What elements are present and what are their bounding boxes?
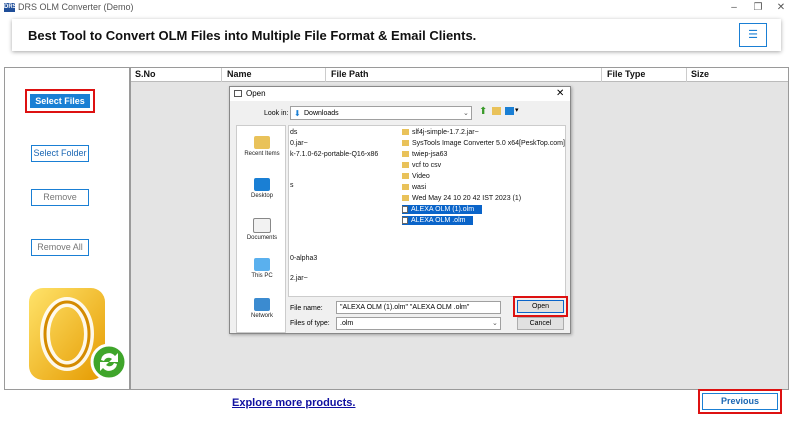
table-header: S.No Name File Path File Type Size <box>131 68 788 82</box>
hamburger-icon: ☰ <box>748 29 758 41</box>
open-button[interactable]: Open <box>517 300 564 313</box>
list-item[interactable]: Wed May 24 10 20 42 IST 2023 (1) <box>402 194 521 203</box>
file-type-select[interactable]: .olm ⌄ <box>336 317 501 330</box>
file-type-value: .olm <box>340 320 354 327</box>
places-bar: Recent Items Desktop Documents This PC N… <box>236 125 286 333</box>
window-title: DRS OLM Converter (Demo) <box>18 2 134 12</box>
view-menu-icon[interactable] <box>505 107 514 115</box>
dialog-close-icon[interactable]: ✕ <box>556 88 564 99</box>
list-item-selected[interactable]: ALEXA OLM (1).olm <box>402 205 483 214</box>
list-item[interactable]: s <box>290 181 294 190</box>
column-size[interactable]: Size <box>691 69 709 79</box>
documents-icon <box>253 218 271 233</box>
computer-icon <box>254 258 270 271</box>
folder-icon <box>402 173 409 180</box>
list-item-selected[interactable]: ALEXA OLM .olm <box>402 216 474 225</box>
chevron-down-icon: ⌄ <box>492 320 498 327</box>
place-this-pc[interactable]: This PC <box>237 258 287 279</box>
previous-button[interactable]: Previous <box>702 393 778 410</box>
file-name-input[interactable]: "ALEXA OLM (1).olm" "ALEXA OLM .olm" <box>336 301 501 314</box>
file-list: ds 0.jar~ k-7.1.0-62-portable-Q16-x86 s … <box>288 125 566 297</box>
folder-icon <box>402 129 409 136</box>
list-item[interactable]: slf4j-simple-1.7.2.jar~ <box>402 128 479 137</box>
look-in-value: Downloads <box>304 110 339 117</box>
header-banner: Best Tool to Convert OLM Files into Mult… <box>12 19 781 51</box>
window-title-bar: DRS DRS OLM Converter (Demo) – ❐ ✕ <box>0 0 793 16</box>
remove-button[interactable]: Remove <box>31 189 89 206</box>
app-logo: DRS <box>4 3 17 12</box>
list-item[interactable]: 0.jar~ <box>290 139 308 148</box>
folder-icon <box>402 162 409 169</box>
look-in-label: Look in: <box>264 110 289 117</box>
banner-title: Best Tool to Convert OLM Files into Mult… <box>28 28 477 43</box>
folder-icon <box>402 195 409 202</box>
left-panel: Select Files Select Folder Remove Remove… <box>4 67 130 390</box>
list-item[interactable]: 2.jar~ <box>290 274 308 283</box>
column-file-type[interactable]: File Type <box>607 69 645 79</box>
desktop-icon <box>254 178 270 191</box>
outlook-logo-icon <box>29 288 128 381</box>
new-folder-icon[interactable] <box>492 107 501 115</box>
dialog-app-icon <box>234 90 242 97</box>
list-item[interactable]: k-7.1.0-62-portable-Q16-x86 <box>290 150 378 159</box>
maximize-icon[interactable]: ❐ <box>746 1 770 14</box>
dialog-title: Open <box>246 89 266 98</box>
dialog-title-bar: Open ✕ <box>230 87 570 101</box>
column-file-path[interactable]: File Path <box>331 69 369 79</box>
look-in-select[interactable]: ⬇ Downloads ⌄ <box>290 106 472 120</box>
explore-products-link[interactable]: Explore more products. <box>232 397 355 409</box>
place-network[interactable]: Network <box>237 298 287 319</box>
file-icon <box>402 205 408 213</box>
cancel-button[interactable]: Cancel <box>517 317 564 330</box>
place-documents[interactable]: Documents <box>237 218 287 241</box>
list-item[interactable]: 0-alpha3 <box>290 254 317 263</box>
file-name-label: File name: <box>290 305 323 312</box>
place-desktop[interactable]: Desktop <box>237 178 287 199</box>
column-sno[interactable]: S.No <box>135 69 156 79</box>
folder-icon <box>402 184 409 191</box>
recent-items-icon <box>254 136 270 149</box>
file-type-label: Files of type: <box>290 320 330 327</box>
download-arrow-icon: ⬇ <box>294 109 301 118</box>
list-item[interactable]: Video <box>402 172 430 181</box>
list-item[interactable]: wasi <box>402 183 426 192</box>
file-name-value: "ALEXA OLM (1).olm" "ALEXA OLM .olm" <box>340 304 470 311</box>
list-item[interactable]: ds <box>290 128 297 137</box>
up-folder-icon[interactable]: ⬆ <box>479 106 487 117</box>
file-icon <box>402 216 408 224</box>
minimize-icon[interactable]: – <box>722 1 746 14</box>
list-item[interactable]: vcf to csv <box>402 161 441 170</box>
network-icon <box>254 298 270 311</box>
list-item[interactable]: SysTools Image Converter 5.0 x64[PeskTop… <box>402 139 565 148</box>
close-icon[interactable]: ✕ <box>769 1 793 14</box>
select-folder-button[interactable]: Select Folder <box>31 145 89 162</box>
menu-button[interactable]: ☰ <box>739 23 767 47</box>
chevron-down-icon: ⌄ <box>463 110 469 117</box>
olm-product-logo <box>23 282 133 382</box>
select-files-button[interactable]: Select Files <box>29 93 91 109</box>
remove-all-button[interactable]: Remove All <box>31 239 89 256</box>
view-dropdown-icon[interactable]: ▾ <box>515 106 519 114</box>
open-file-dialog: Open ✕ Look in: ⬇ Downloads ⌄ ⬆ ▾ Recent… <box>229 86 571 334</box>
column-name[interactable]: Name <box>227 69 252 79</box>
place-recent-items[interactable]: Recent Items <box>237 136 287 157</box>
folder-icon <box>402 140 409 147</box>
folder-icon <box>402 151 409 158</box>
list-item[interactable]: twiep-jsa63 <box>402 150 447 159</box>
